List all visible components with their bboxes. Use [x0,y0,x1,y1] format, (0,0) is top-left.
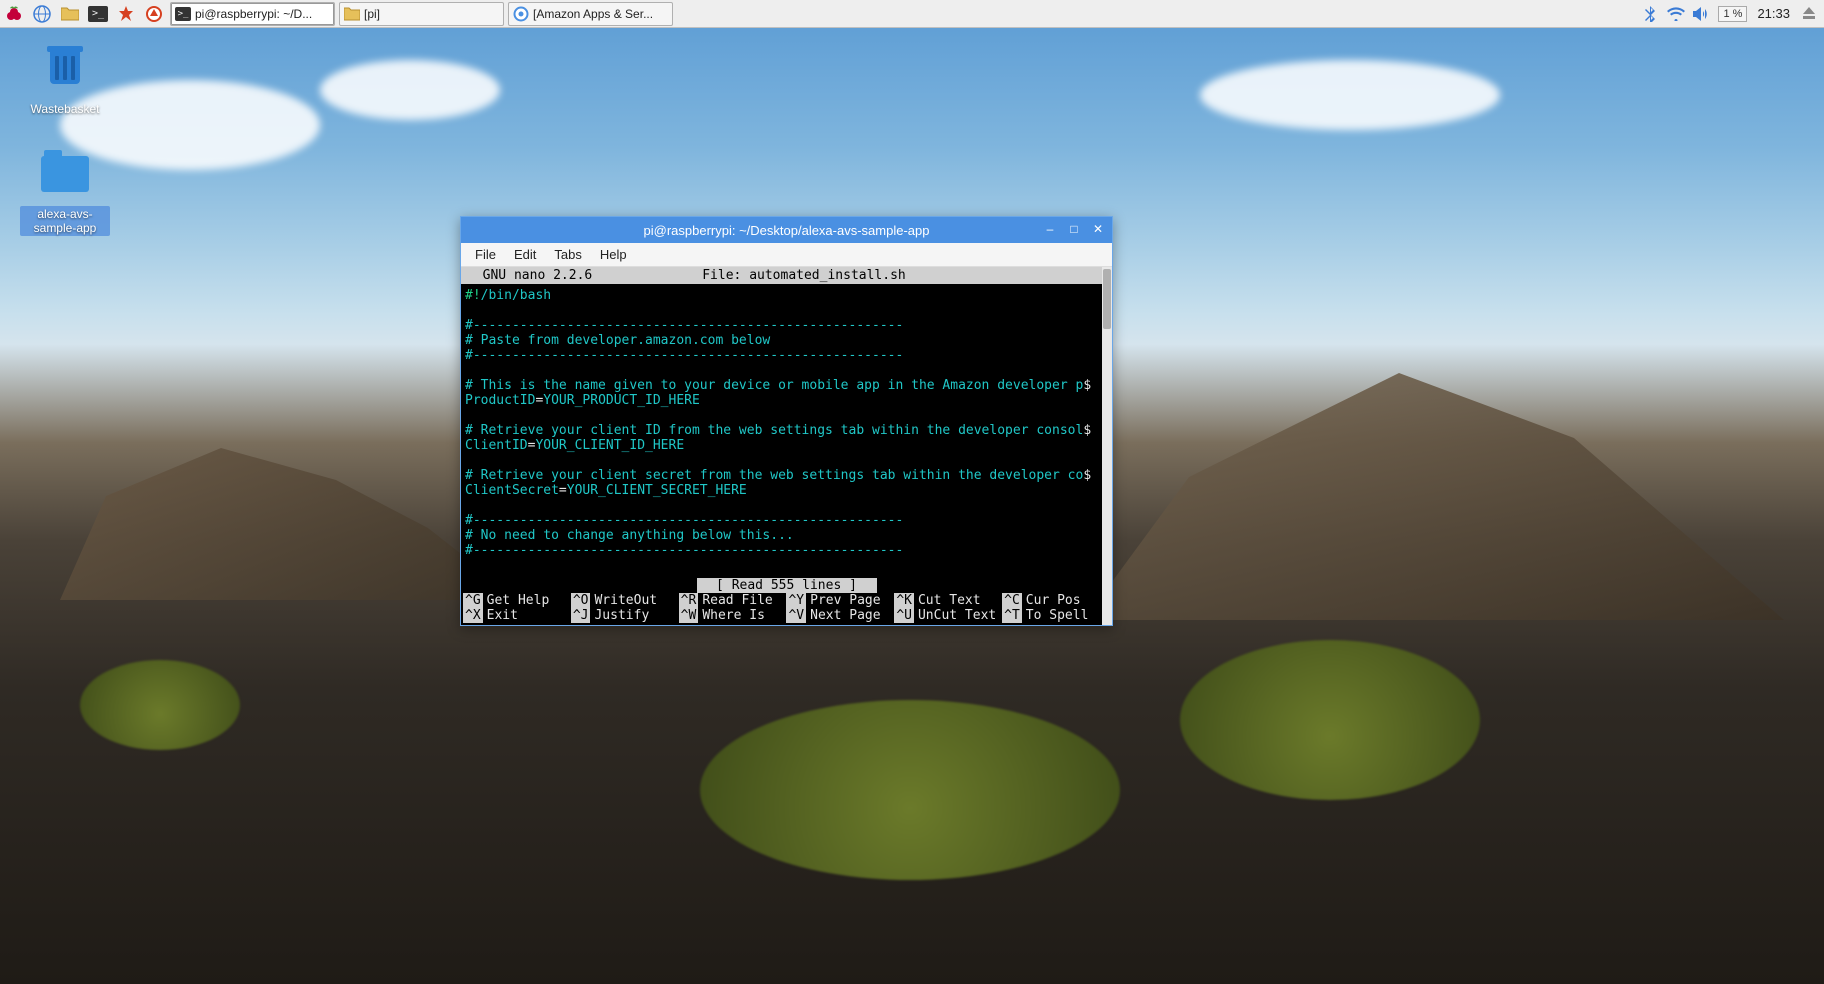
task-label: [Amazon Apps & Ser... [533,7,653,21]
editor-line: # Retrieve your client secret from the w… [465,468,1108,483]
window-titlebar[interactable]: pi@raspberrypi: ~/Desktop/alexa-avs-samp… [461,217,1112,243]
editor-line: # Paste from developer.amazon.com below [465,333,1108,348]
clock[interactable]: 21:33 [1753,6,1794,21]
editor-line: ProductID=YOUR_PRODUCT_ID_HERE [465,393,1108,408]
editor-line [465,363,1108,378]
task-chromium[interactable]: [Amazon Apps & Ser... [508,2,673,26]
editor-line: #---------------------------------------… [465,513,1108,528]
wallpaper-grass [1180,640,1480,800]
trash-icon [41,52,89,100]
editor-line: #---------------------------------------… [465,318,1108,333]
wallpaper-mountain [60,440,520,600]
task-filemgr[interactable]: [pi] [339,2,504,26]
editor-line [465,453,1108,468]
wallpaper-mountain [1084,360,1784,620]
nano-shortcut: ^CCur Pos [1002,593,1110,608]
nano-shortcut-bar: ^GGet Help^OWriteOut^RRead File^YPrev Pa… [461,593,1112,625]
folder-icon [41,156,89,204]
editor-line: # Retrieve your client ID from the web s… [465,423,1108,438]
terminal-window: pi@raspberrypi: ~/Desktop/alexa-avs-samp… [460,216,1113,626]
nano-shortcut: ^OWriteOut [571,593,679,608]
cpu-usage[interactable]: 1 % [1718,6,1747,22]
nano-shortcut: ^VNext Page [786,608,894,623]
editor-line [465,498,1108,513]
nano-shortcut: ^XExit [463,608,571,623]
window-title: pi@raspberrypi: ~/Desktop/alexa-avs-samp… [644,223,930,238]
wallpaper-cloud [1200,60,1500,130]
nano-shortcut: ^JJustify [571,608,679,623]
window-close-button[interactable]: ✕ [1088,220,1108,238]
nano-shortcut: ^UUnCut Text [894,608,1002,623]
nano-status: [ Read 555 lines ] [697,578,877,593]
terminal-content[interactable]: GNU nano 2.2.6 File: automated_install.s… [461,267,1112,625]
task-terminal[interactable]: >_ pi@raspberrypi: ~/D... [170,2,335,26]
editor-line: # This is the name given to your device … [465,378,1108,393]
wolfram[interactable] [142,2,166,26]
wallpaper-cloud [320,60,500,120]
nano-shortcut: ^GGet Help [463,593,571,608]
desktop-icon-label: Wastebasket [20,102,110,116]
wifi-icon[interactable] [1666,4,1686,24]
nano-shortcut: ^WWhere Is [679,608,787,623]
menu-file[interactable]: File [467,245,504,264]
file-manager[interactable] [58,2,82,26]
desktop-icon-label: alexa-avs-sample-app [20,206,110,236]
task-filemgr-icon [344,6,360,22]
volume-icon[interactable] [1692,4,1712,24]
editor-line: # No need to change anything below this.… [465,528,1108,543]
desktop-icon-wastebasket[interactable]: Wastebasket [20,44,110,116]
editor-line [465,303,1108,318]
editor-line: #---------------------------------------… [465,348,1108,363]
raspberry-menu[interactable] [2,2,26,26]
terminal-scrollbar[interactable] [1102,267,1112,625]
wallpaper-grass [80,660,240,750]
task-label: [pi] [364,7,380,21]
nano-version: GNU nano 2.2.6 [467,268,592,283]
editor-line: ClientSecret=YOUR_CLIENT_SECRET_HERE [465,483,1108,498]
menu-tabs[interactable]: Tabs [546,245,589,264]
nano-shortcut: ^TTo Spell [1002,608,1110,623]
nano-header: GNU nano 2.2.6 File: automated_install.s… [461,267,1112,284]
editor-line: #!/bin/bash [465,288,1108,303]
taskbar: >_ >_ pi@raspberrypi: ~/D... [pi] [Amazon A… [0,0,1824,28]
nano-filename: File: automated_install.sh [702,268,906,283]
eject-icon[interactable] [1800,5,1818,23]
scrollbar-thumb[interactable] [1103,269,1111,329]
nano-editor-body[interactable]: #!/bin/bash #---------------------------… [461,284,1112,574]
nano-shortcut: ^YPrev Page [786,593,894,608]
window-maximize-button[interactable]: □ [1064,220,1084,238]
wallpaper-grass [700,700,1120,880]
window-menubar: FileEditTabsHelp [461,243,1112,267]
mathematica[interactable] [114,2,138,26]
nano-shortcut: ^KCut Text [894,593,1002,608]
menu-edit[interactable]: Edit [506,245,544,264]
editor-line [465,408,1108,423]
bluetooth-icon[interactable] [1640,4,1660,24]
task-chromium-icon [513,6,529,22]
editor-line: ClientID=YOUR_CLIENT_ID_HERE [465,438,1108,453]
editor-line: #---------------------------------------… [465,543,1108,558]
desktop-icon-alexa-folder[interactable]: alexa-avs-sample-app [20,150,110,236]
window-minimize-button[interactable]: – [1040,220,1060,238]
nano-shortcut: ^RRead File [679,593,787,608]
terminal[interactable]: >_ [86,2,110,26]
task-label: pi@raspberrypi: ~/D... [195,7,312,21]
menu-help[interactable]: Help [592,245,635,264]
web-browser[interactable] [30,2,54,26]
task-terminal-icon: >_ [175,6,191,22]
